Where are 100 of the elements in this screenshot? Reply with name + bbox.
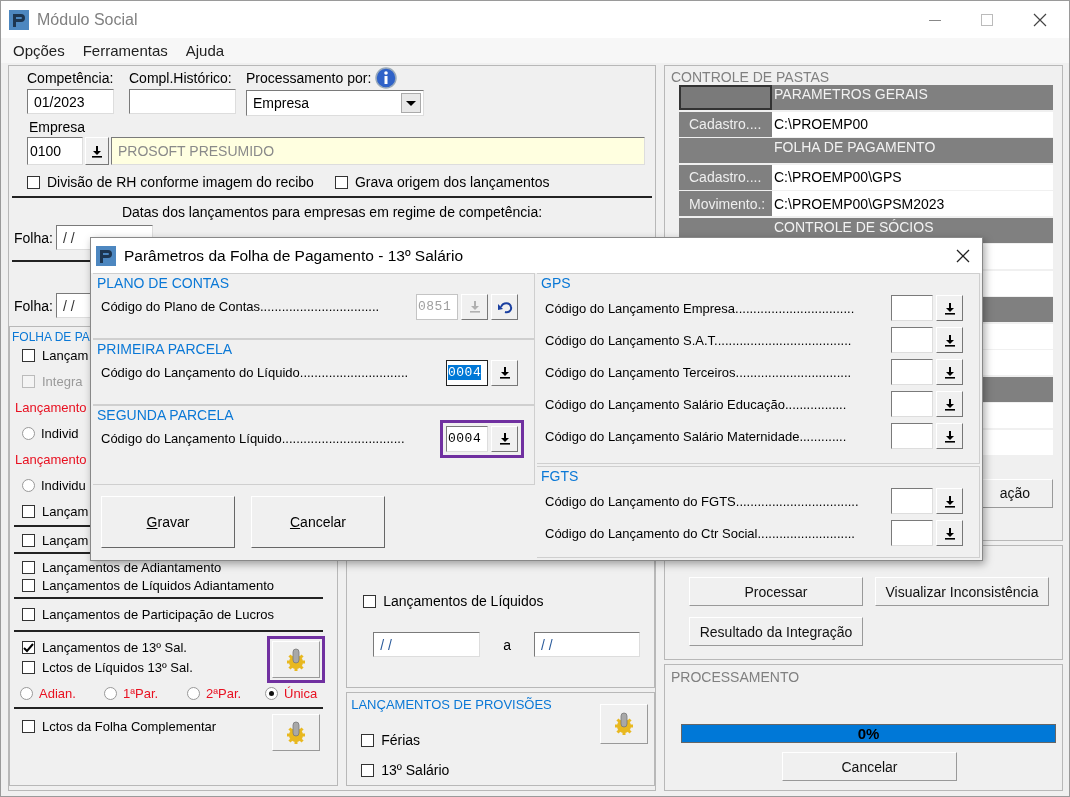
download-icon xyxy=(91,144,103,158)
checkbox-label: Férias xyxy=(381,732,421,748)
field-label: Código do Plano de Contas................................. xyxy=(101,299,381,314)
field-label: Código do Lançamento Terceiros................................ xyxy=(545,364,853,380)
checkbox-label: Grava origem dos lançamentos xyxy=(354,174,550,190)
dialog-button[interactable]: Cancelar xyxy=(251,496,385,548)
radio-button[interactable] xyxy=(22,427,35,440)
radio-label: Individ xyxy=(41,426,79,441)
section-title: SEGUNDA PARCELA xyxy=(97,407,234,423)
checkbox-label: Lançamentos de Líquidos Adiantamento xyxy=(42,578,274,593)
checkbox[interactable] xyxy=(22,505,35,518)
lookup-button[interactable] xyxy=(936,520,963,546)
checkbox[interactable] xyxy=(361,763,375,777)
tool-button[interactable]: Resultado da Integração xyxy=(689,617,863,646)
radio-button[interactable] xyxy=(187,687,200,700)
download-icon xyxy=(943,301,956,315)
lookup-button[interactable] xyxy=(85,137,109,165)
checkbox[interactable] xyxy=(361,733,375,747)
field-label: Processamento por: xyxy=(246,70,372,86)
menu-item[interactable]: Ajuda xyxy=(185,42,225,59)
download-icon xyxy=(498,432,511,445)
checkbox[interactable] xyxy=(27,175,40,189)
window-title: Módulo Social xyxy=(37,10,138,29)
lookup-button[interactable] xyxy=(936,391,963,417)
radio-button[interactable] xyxy=(20,687,33,700)
tool-button[interactable]: Visualizar Inconsistência xyxy=(875,577,1049,606)
table-label-cell: Cadastro.... xyxy=(679,111,772,137)
code-field[interactable] xyxy=(891,327,933,353)
checkbox[interactable] xyxy=(22,661,35,674)
field-label: Compl.Histórico: xyxy=(129,70,233,86)
settings-button[interactable] xyxy=(272,714,321,751)
close-icon[interactable] xyxy=(956,248,970,263)
radio-label: Adian. xyxy=(39,686,76,701)
code-field[interactable] xyxy=(891,359,933,385)
menu-item[interactable]: Ferramentas xyxy=(82,42,168,59)
field-label: Código do Lançamento Salário Maternidade............. xyxy=(545,428,848,444)
lookup-button[interactable] xyxy=(491,359,518,386)
checkbox[interactable] xyxy=(22,561,35,574)
text-field[interactable] xyxy=(129,89,236,114)
progress-reading: 0% xyxy=(857,725,880,742)
lookup-button[interactable] xyxy=(936,327,963,353)
field-label: Folha: xyxy=(14,229,53,246)
field-label: Código do Lançamento do Líquido.............................. xyxy=(101,365,410,380)
app-logo-icon xyxy=(9,9,29,30)
checkbox-label: Lançamentos de Adiantamento xyxy=(42,560,222,575)
checkbox[interactable] xyxy=(22,579,35,592)
info-icon xyxy=(375,67,398,89)
radio-button[interactable] xyxy=(22,479,35,492)
code-field[interactable] xyxy=(891,520,933,546)
checkbox-label: Lctos de Líquidos 13º Sal. xyxy=(42,660,193,675)
dialog-button[interactable]: Gravar xyxy=(101,496,235,548)
section-title: PRIMEIRA PARCELA xyxy=(97,341,233,357)
download-icon xyxy=(943,494,956,508)
checkbox[interactable] xyxy=(334,175,348,189)
checkbox-label: Lançamentos de 13º Sal. xyxy=(42,640,187,655)
download-icon xyxy=(943,397,956,411)
radio-label: Individu xyxy=(41,478,86,493)
date-field[interactable]: / / xyxy=(534,632,640,657)
menu-item[interactable]: Opções xyxy=(13,42,65,59)
checkbox-label: 13º Salário xyxy=(381,762,450,778)
date-field[interactable]: / / xyxy=(373,632,481,657)
cancel-button[interactable]: Cancelar xyxy=(782,752,957,781)
settings-button[interactable] xyxy=(600,704,648,744)
table-label-cell: Movimento.: xyxy=(679,191,772,216)
table-section-header: FOLHA DE PAGAMENTO xyxy=(772,138,1053,163)
code-field[interactable] xyxy=(891,423,933,449)
field-label: Código do Lançamento do FGTS.................................. xyxy=(545,493,860,509)
gear-icon xyxy=(285,647,308,672)
checkbox[interactable] xyxy=(363,594,377,608)
tool-button[interactable]: Processar xyxy=(689,577,863,606)
checkbox[interactable] xyxy=(22,720,35,733)
lookup-button[interactable] xyxy=(491,425,518,452)
lookup-button[interactable] xyxy=(936,488,963,514)
code-field[interactable] xyxy=(891,488,933,514)
checkbox[interactable] xyxy=(22,641,35,654)
dropdown[interactable]: Empresa xyxy=(246,90,424,116)
field-label: Folha: xyxy=(14,297,53,314)
competencia-field[interactable]: 01/2023 xyxy=(27,89,114,114)
lookup-button[interactable] xyxy=(936,295,963,321)
checkmark-icon xyxy=(23,642,34,653)
code-field[interactable]: 0004 xyxy=(446,359,488,386)
download-icon xyxy=(943,365,956,379)
company-name-field: PROSOFT PRESUMIDO xyxy=(111,137,645,165)
checkbox[interactable] xyxy=(22,608,35,621)
checkbox[interactable] xyxy=(22,349,35,362)
radio-button[interactable] xyxy=(265,687,278,700)
lookup-button[interactable] xyxy=(936,359,963,385)
radio-button[interactable] xyxy=(104,687,117,700)
lookup-button[interactable] xyxy=(936,423,963,449)
field-label: Competência: xyxy=(27,70,114,86)
close-icon[interactable] xyxy=(1033,12,1047,27)
group-title: LANÇAMENTOS DE PROVISÕES xyxy=(351,697,552,712)
section-title: GPS xyxy=(541,275,571,291)
field-label: Código do Lançamento Líquido.................................. xyxy=(101,431,406,446)
code-field[interactable] xyxy=(891,295,933,321)
gear-icon xyxy=(613,712,635,736)
code-field[interactable]: 0004 xyxy=(446,425,488,452)
code-field[interactable]: 0100 xyxy=(27,137,83,165)
checkbox[interactable] xyxy=(22,534,35,547)
code-field[interactable] xyxy=(891,391,933,417)
